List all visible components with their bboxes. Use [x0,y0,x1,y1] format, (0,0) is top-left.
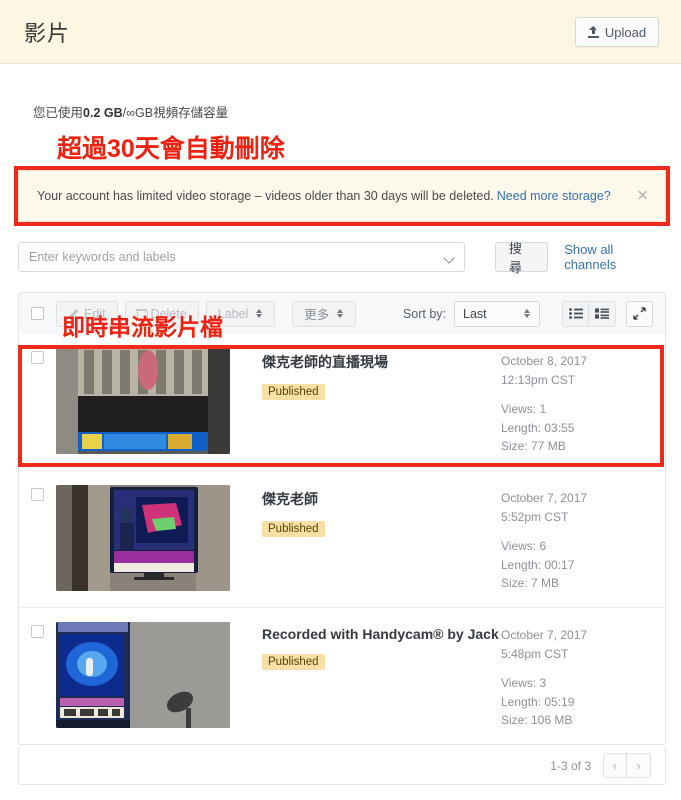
row-checkbox[interactable] [31,351,44,364]
view-mode-group [562,300,616,327]
video-length: Length: 00:17 [501,557,575,572]
video-thumbnail[interactable] [56,348,230,454]
video-views: Views: 1 [501,402,547,417]
videos-page: 影片 Upload 您已使用0.2 GB/∞GB視頻存儲容量 Your acco… [0,0,681,800]
list-view-button[interactable] [562,300,589,327]
status-badge: Published [262,653,325,670]
list-view-icon [568,308,583,319]
video-views: Views: 3 [501,676,547,691]
video-meta: 傑克老師的直播現場 Published [230,348,501,400]
more-button[interactable]: 更多 [292,300,357,327]
video-views: Views: 6 [501,539,547,554]
table-row[interactable]: Recorded with Handycam® by Jack Publishe… [19,608,665,744]
video-meta: Recorded with Handycam® by Jack Publishe… [230,622,501,670]
sort-by-select[interactable]: Last [454,300,540,327]
video-length: Length: 05:19 [501,694,575,709]
video-date: October 7, 2017 [501,627,588,642]
annotation-text-expiry: 超過30天會自動刪除 [57,135,285,163]
search-input-wrapper[interactable] [18,242,465,272]
video-date: October 8, 2017 [501,354,588,368]
sort-by-value: Last [463,306,487,321]
table-row[interactable]: 傑克老師的直播現場 Published October 8, 2017 12:1… [19,334,665,471]
video-details: October 8, 2017 12:13pm CST Views: 1 Len… [501,348,651,456]
search-input[interactable] [19,243,464,271]
video-size: Size: 106 MB [501,713,573,728]
video-details: October 7, 2017 5:48pm CST Views: 3 Leng… [501,622,651,730]
caret-updown-icon [337,308,344,319]
search-row: 搜尋 Show all channels [18,241,666,275]
video-meta: 傑克老師 Published [230,485,501,537]
storage-usage-text: 您已使用0.2 GB/∞GB視頻存儲容量 [33,102,228,121]
need-more-storage-link[interactable]: Need more storage? [497,189,611,203]
page-title: 影片 [24,20,71,46]
video-title[interactable]: 傑克老師 [262,489,501,509]
caret-updown-icon [524,308,531,319]
expand-button[interactable] [626,300,653,327]
caret-updown-icon [256,308,263,319]
close-icon[interactable]: ✕ [636,189,649,204]
storage-prefix: 您已使用 [33,106,84,120]
search-button[interactable]: 搜尋 [494,241,549,275]
video-size: Size: 7 MB [501,576,560,591]
status-badge: Published [262,520,325,537]
video-details: October 7, 2017 5:52pm CST Views: 6 Leng… [501,485,651,593]
upload-icon [587,26,599,38]
row-checkbox[interactable] [31,487,44,501]
storage-suffix: 視頻存儲容量 [153,106,229,120]
row-checkbox[interactable] [31,624,44,638]
video-thumbnail[interactable] [56,621,230,728]
storage-used: 0.2 GB [83,106,123,120]
video-time: 5:48pm CST [501,646,569,661]
status-badge: Published [262,384,325,400]
video-title[interactable]: 傑克老師的直播現場 [262,352,501,372]
pagination-range: 1-3 of 3 [550,758,591,773]
video-time: 5:52pm CST [501,509,569,524]
annotation-text-livestream: 即時串流影片檔 [62,314,223,340]
video-size: Size: 77 MB [501,439,566,454]
pagination-footer: 1-3 of 3 ‹ › [18,747,666,785]
sort-by-label: Sort by: [402,306,446,321]
more-button-label: 更多 [304,308,330,322]
upload-button[interactable]: Upload [575,17,659,47]
grid-view-icon [595,308,609,319]
chevron-right-icon[interactable]: › [627,753,651,778]
video-thumbnail[interactable] [56,484,230,591]
video-list: 傑克老師的直播現場 Published October 8, 2017 12:1… [18,334,666,745]
chevron-left-icon[interactable]: ‹ [603,753,627,778]
sort-by-group: Sort by: Last [402,300,540,327]
storage-quota: ∞GB [126,106,154,120]
expand-icon [633,307,646,320]
table-row[interactable]: 傑克老師 Published October 7, 2017 5:52pm CS… [19,471,665,608]
video-length: Length: 03:55 [501,420,575,435]
banner-message: Your account has limited video storage –… [37,189,494,203]
select-all-checkbox[interactable] [31,307,44,320]
show-all-channels-link[interactable]: Show all channels [564,242,666,272]
video-date: October 7, 2017 [501,490,588,505]
storage-warning-banner: Your account has limited video storage –… [18,170,666,222]
video-time: 12:13pm CST [501,372,576,387]
pagination-controls: ‹ › [603,753,651,778]
grid-view-button[interactable] [589,300,616,327]
video-title[interactable]: Recorded with Handycam® by Jack [262,626,501,642]
upload-button-label: Upload [604,24,647,40]
app-header: 影片 Upload [0,0,681,64]
